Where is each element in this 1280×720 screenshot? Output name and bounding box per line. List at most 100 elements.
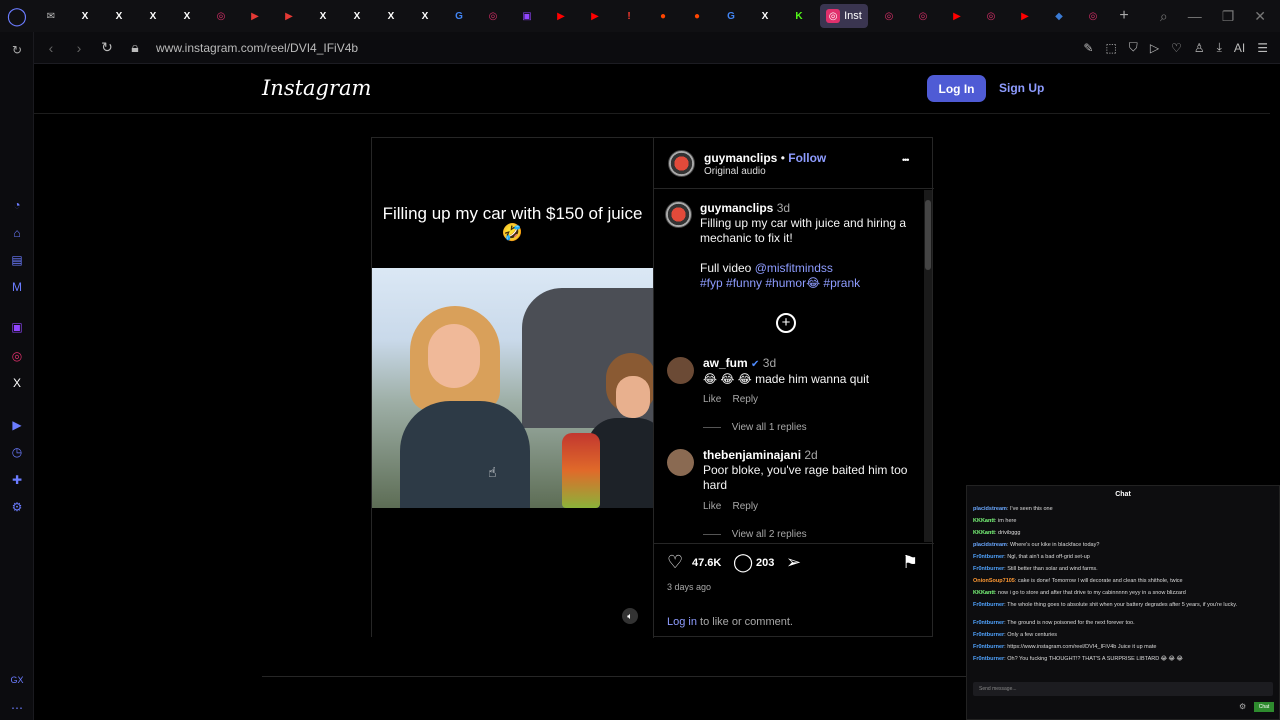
chat-username[interactable]: Fr0ntburner — [973, 566, 1004, 572]
tab[interactable]: ◎ — [906, 0, 940, 32]
chat-settings-icon[interactable]: ⚙ — [1239, 702, 1246, 711]
tab[interactable]: X — [102, 0, 136, 32]
comment-username[interactable]: aw_fum — [703, 356, 748, 370]
tab[interactable]: ✉ — [34, 0, 68, 32]
chat-username[interactable]: KKKantt — [973, 530, 995, 536]
tab[interactable]: X — [306, 0, 340, 32]
shield-icon[interactable]: ⛉ — [1129, 40, 1138, 55]
reload-icon[interactable]: ↻ — [9, 42, 25, 58]
tab[interactable]: ◎ — [872, 0, 906, 32]
url-field[interactable]: www.instagram.com/reel/DVI4_IFiV4b — [156, 41, 358, 55]
tab[interactable]: ◎ — [476, 0, 510, 32]
mention-link[interactable]: @misfitmindss — [755, 261, 833, 275]
bookmark-icon[interactable]: ⚑ — [902, 552, 918, 573]
tab-instagram-active[interactable]: ◎ Inst — [820, 4, 868, 28]
tab[interactable]: X — [408, 0, 442, 32]
gx-label[interactable]: GX — [9, 672, 25, 688]
chat-input[interactable]: Send message... — [973, 682, 1273, 696]
like-comment-button[interactable]: Like — [703, 394, 721, 405]
instagram-icon[interactable]: ◎ — [9, 348, 25, 364]
x-icon[interactable]: X — [9, 375, 25, 391]
comments-list[interactable]: guymanclips 3d Filling up my car with ju… — [654, 190, 922, 542]
avatar[interactable] — [667, 357, 694, 384]
avatar[interactable] — [665, 201, 692, 228]
pin-icon[interactable]: ✎ — [1083, 41, 1093, 55]
chat-username[interactable]: Fr0ntburner — [973, 602, 1004, 608]
comments-scrollbar[interactable] — [924, 190, 932, 542]
settings-icon[interactable]: ⚙ — [9, 499, 25, 515]
new-tab-button[interactable]: + — [1110, 7, 1138, 25]
tab[interactable]: ◆ — [1042, 0, 1076, 32]
tab[interactable]: X — [340, 0, 374, 32]
avatar[interactable] — [668, 150, 695, 177]
mute-icon[interactable]: 🔈︎ — [622, 608, 638, 624]
minimize-icon[interactable]: — — [1188, 8, 1202, 25]
download-icon[interactable]: ⤓ — [1217, 40, 1222, 55]
like-heart-icon[interactable]: ♡ — [667, 552, 683, 573]
view-replies-button[interactable]: View all 2 replies — [732, 529, 807, 540]
chat-send-button[interactable]: Chat — [1254, 702, 1274, 712]
chat-username[interactable]: placidstream — [973, 506, 1007, 512]
maximize-icon[interactable]: ❐ — [1222, 8, 1235, 25]
reply-button[interactable]: Reply — [732, 394, 758, 405]
more-icon[interactable]: ⋯ — [9, 700, 25, 716]
messenger-icon[interactable]: ⌂ — [9, 225, 25, 241]
share-icon[interactable]: ➢ — [786, 552, 801, 573]
mail-icon[interactable]: M — [9, 279, 25, 295]
reel-video[interactable]: Filling up my car with $150 of juice 🤣 🔈… — [372, 138, 653, 638]
tab[interactable]: ▶ — [238, 0, 272, 32]
video-frame[interactable] — [372, 268, 653, 508]
snapshot-icon[interactable]: ⬚ — [1105, 41, 1116, 55]
comment-icon[interactable]: ◯ — [733, 552, 753, 573]
tab[interactable]: X — [748, 0, 782, 32]
forward-icon[interactable]: › — [68, 40, 90, 56]
tab[interactable]: ▶ — [1008, 0, 1042, 32]
opera-logo-icon[interactable]: ◯ — [0, 0, 34, 32]
extensions-icon[interactable]: ✚ — [9, 472, 25, 488]
login-link[interactable]: Log in — [667, 616, 697, 628]
tab[interactable]: ● — [646, 0, 680, 32]
heart-icon[interactable]: ♡ — [1171, 41, 1182, 55]
chat-username[interactable]: Fr0ntburner — [973, 644, 1004, 650]
ai-button[interactable]: AI — [1234, 41, 1245, 55]
chat-username[interactable]: Fr0ntburner — [973, 620, 1004, 626]
wallet-icon[interactable]: ♙ — [1194, 41, 1205, 55]
like-comment-button[interactable]: Like — [703, 501, 721, 512]
comment-username[interactable]: thebenjaminajani — [703, 448, 801, 462]
more-options-icon[interactable]: ••• — [902, 155, 910, 165]
tab[interactable]: K — [782, 0, 816, 32]
caption-username[interactable]: guymanclips — [700, 201, 773, 215]
signup-button[interactable]: Sign Up — [999, 81, 1044, 95]
tab[interactable]: ▶ — [940, 0, 974, 32]
chat-username[interactable]: OnionSoup7105 — [973, 578, 1015, 584]
chat-username[interactable]: Fr0ntburner — [973, 632, 1004, 638]
speed-dial-icon[interactable]: ◔ — [9, 197, 25, 213]
instagram-logo[interactable]: Instagram — [262, 76, 371, 100]
tab[interactable]: G — [442, 0, 476, 32]
notes-icon[interactable]: ▤ — [9, 252, 25, 268]
tab[interactable]: ◎ — [204, 0, 238, 32]
tab[interactable]: ▶ — [544, 0, 578, 32]
back-icon[interactable]: ‹ — [40, 40, 62, 56]
tab[interactable]: X — [68, 0, 102, 32]
follow-button[interactable]: Follow — [788, 151, 826, 165]
tab[interactable]: ▣ — [510, 0, 544, 32]
reply-button[interactable]: Reply — [732, 501, 758, 512]
refresh-icon[interactable]: ↻ — [96, 39, 118, 56]
tab[interactable]: ● — [680, 0, 714, 32]
menu-icon[interactable]: ☰ — [1257, 41, 1268, 55]
tab[interactable]: X — [374, 0, 408, 32]
avatar[interactable] — [667, 449, 694, 476]
chat-username[interactable]: KKKantt — [973, 518, 995, 524]
hashtag-links[interactable]: #fyp #funny #humor😂 #prank — [700, 276, 860, 290]
history-icon[interactable]: ◷ — [9, 444, 25, 460]
load-more-comments-icon[interactable]: + — [776, 313, 796, 333]
tab[interactable]: X — [136, 0, 170, 32]
audio-label[interactable]: Original audio — [704, 166, 766, 177]
login-button[interactable]: Log In — [927, 75, 986, 102]
tab[interactable]: ! — [612, 0, 646, 32]
send-icon[interactable]: ▷ — [1150, 41, 1159, 55]
tab[interactable]: ◎ — [1076, 0, 1110, 32]
search-tabs-icon[interactable]: ⌕ — [1160, 8, 1168, 25]
twitch-icon[interactable]: ▣ — [9, 319, 25, 335]
